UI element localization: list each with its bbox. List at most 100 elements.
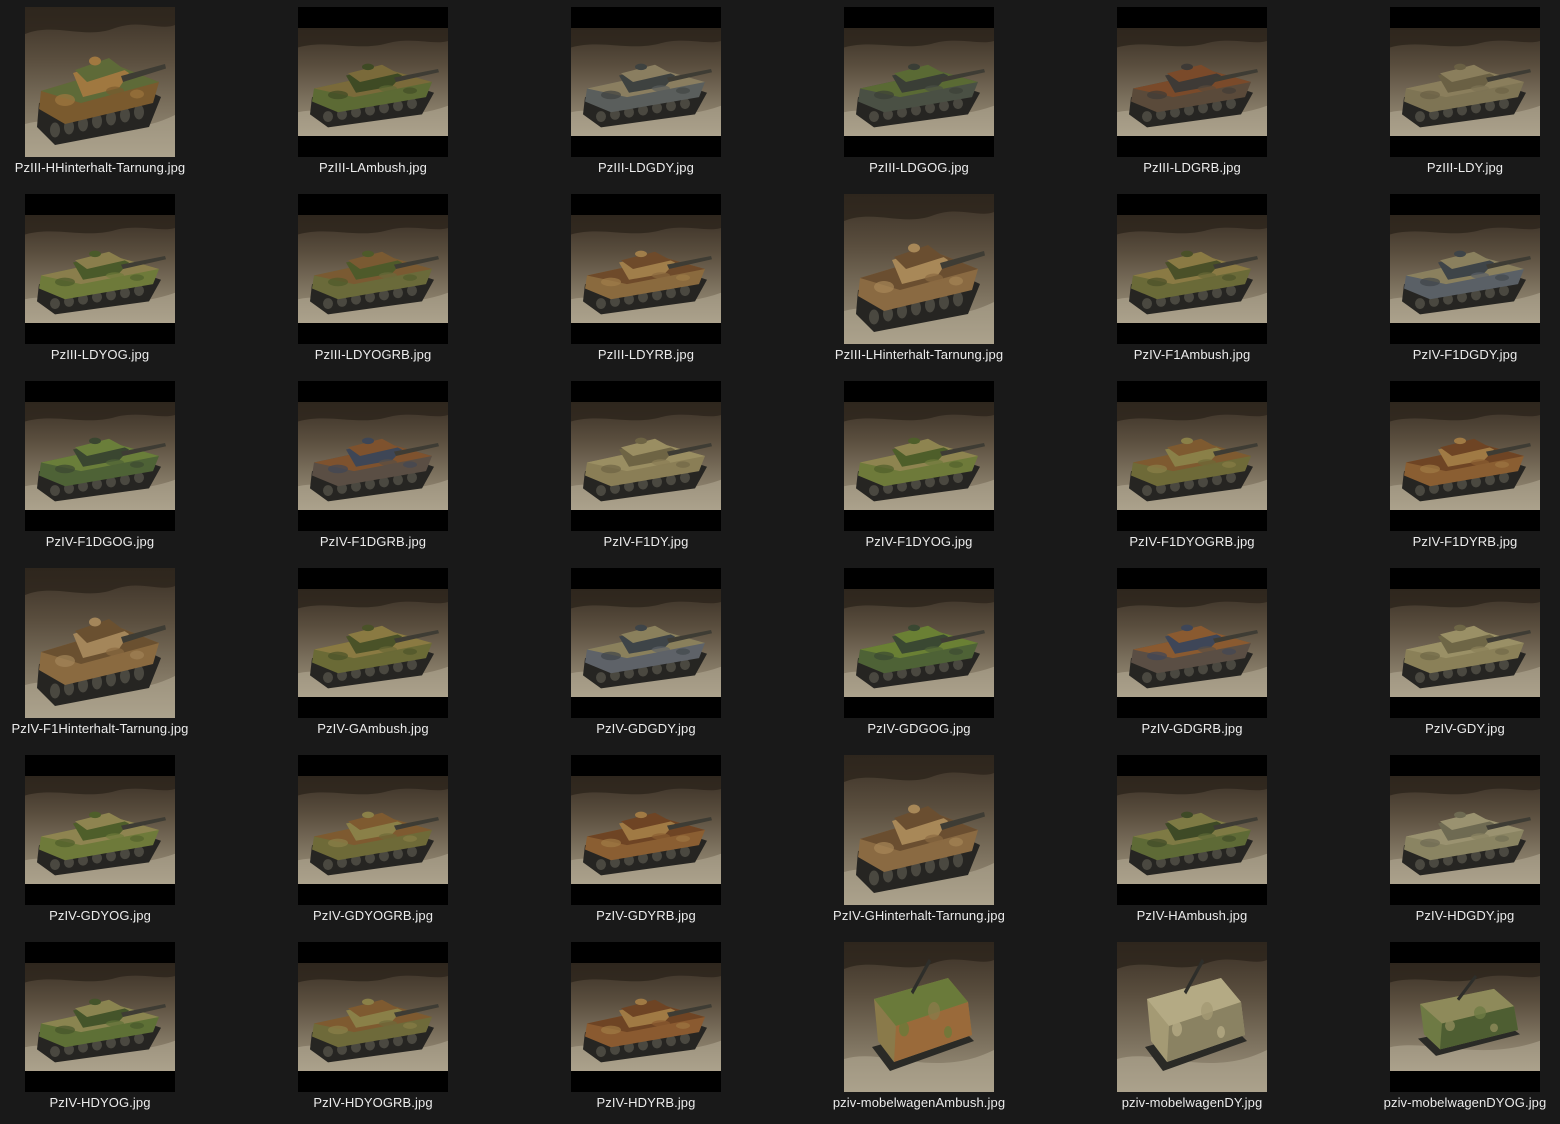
image-thumbnail[interactable] bbox=[1390, 7, 1540, 157]
image-thumbnail[interactable] bbox=[844, 194, 994, 344]
tank-thumbnail-image bbox=[1390, 28, 1540, 136]
file-item-pziv-f1hinterhalt-tarnung[interactable]: PzIV-F1Hinterhalt-Tarnung.jpg bbox=[0, 561, 200, 748]
image-thumbnail[interactable] bbox=[1390, 942, 1540, 1092]
file-item-pziv-f1dgdy[interactable]: PzIV-F1DGDY.jpg bbox=[1365, 187, 1560, 374]
image-thumbnail[interactable] bbox=[1117, 568, 1267, 718]
flak-vehicle-thumbnail-image bbox=[1117, 942, 1267, 1092]
file-item-pziv-f1dyrb[interactable]: PzIV-F1DYRB.jpg bbox=[1365, 374, 1560, 561]
file-item-pziii-ldyog[interactable]: PzIII-LDYOG.jpg bbox=[0, 187, 200, 374]
image-thumbnail[interactable] bbox=[1117, 942, 1267, 1092]
image-thumbnail[interactable] bbox=[298, 381, 448, 531]
file-item-pziv-hambush[interactable]: PzIV-HAmbush.jpg bbox=[1092, 748, 1292, 935]
tank-thumbnail-image bbox=[25, 7, 175, 157]
image-thumbnail[interactable] bbox=[298, 194, 448, 344]
image-thumbnail[interactable] bbox=[1390, 381, 1540, 531]
file-item-pziii-ldyrb[interactable]: PzIII-LDYRB.jpg bbox=[546, 187, 746, 374]
file-item-pziv-f1dgog[interactable]: PzIV-F1DGOG.jpg bbox=[0, 374, 200, 561]
file-item-pziii-ldgrb[interactable]: PzIII-LDGRB.jpg bbox=[1092, 0, 1292, 187]
image-thumbnail[interactable] bbox=[571, 7, 721, 157]
file-item-pziv-f1ambush[interactable]: PzIV-F1Ambush.jpg bbox=[1092, 187, 1292, 374]
file-item-pziii-ldgog[interactable]: PzIII-LDGOG.jpg bbox=[819, 0, 1019, 187]
file-name-label: PzIV-GDYOG.jpg bbox=[49, 908, 151, 923]
file-name-label: PzIV-F1DGDY.jpg bbox=[1412, 347, 1518, 362]
image-thumbnail[interactable] bbox=[298, 755, 448, 905]
image-thumbnail[interactable] bbox=[298, 942, 448, 1092]
file-name-label: PzIV-GHinterhalt-Tarnung.jpg bbox=[833, 908, 1005, 923]
file-item-pziii-hhinterhalt-tarnung[interactable]: PzIII-HHinterhalt-Tarnung.jpg bbox=[0, 0, 200, 187]
file-item-pziv-gdy[interactable]: PzIV-GDY.jpg bbox=[1365, 561, 1560, 748]
file-item-pziv-gdyogrb[interactable]: PzIV-GDYOGRB.jpg bbox=[273, 748, 473, 935]
tank-thumbnail-image bbox=[1390, 589, 1540, 697]
file-item-pziii-lambush[interactable]: PzIII-LAmbush.jpg bbox=[273, 0, 473, 187]
file-item-pziv-gdyrb[interactable]: PzIV-GDYRB.jpg bbox=[546, 748, 746, 935]
image-thumbnail[interactable] bbox=[25, 568, 175, 718]
file-item-pziv-mobelwagendy[interactable]: pziv-mobelwagenDY.jpg bbox=[1092, 935, 1292, 1122]
file-name-label: pziv-mobelwagenAmbush.jpg bbox=[832, 1095, 1006, 1110]
file-item-pziv-f1dyogrb[interactable]: PzIV-F1DYOGRB.jpg bbox=[1092, 374, 1292, 561]
image-thumbnail[interactable] bbox=[298, 568, 448, 718]
file-item-pziv-mobelwagendyog[interactable]: pziv-mobelwagenDYOG.jpg bbox=[1365, 935, 1560, 1122]
image-thumbnail[interactable] bbox=[844, 942, 994, 1092]
image-thumbnail[interactable] bbox=[1390, 755, 1540, 905]
image-thumbnail[interactable] bbox=[25, 194, 175, 344]
tank-thumbnail-image bbox=[298, 215, 448, 323]
tank-thumbnail-image bbox=[571, 215, 721, 323]
image-thumbnail[interactable] bbox=[1117, 7, 1267, 157]
tank-thumbnail-image bbox=[25, 776, 175, 884]
image-thumbnail[interactable] bbox=[571, 942, 721, 1092]
file-item-pziv-gdgrb[interactable]: PzIV-GDGRB.jpg bbox=[1092, 561, 1292, 748]
file-item-pziv-ghinterhalt-tarnung[interactable]: PzIV-GHinterhalt-Tarnung.jpg bbox=[819, 748, 1019, 935]
image-thumbnail[interactable] bbox=[25, 755, 175, 905]
file-item-pziv-hdgdy[interactable]: PzIV-HDGDY.jpg bbox=[1365, 748, 1560, 935]
file-name-label: PzIV-F1DGRB.jpg bbox=[319, 534, 427, 549]
image-thumbnail[interactable] bbox=[844, 7, 994, 157]
file-item-pziii-lhinterhalt-tarnung[interactable]: PzIII-LHinterhalt-Tarnung.jpg bbox=[819, 187, 1019, 374]
file-name-label: PzIV-F1DYRB.jpg bbox=[1412, 534, 1518, 549]
tank-thumbnail-image bbox=[298, 402, 448, 510]
image-thumbnail[interactable] bbox=[1390, 568, 1540, 718]
image-thumbnail[interactable] bbox=[1117, 381, 1267, 531]
file-item-pziii-ldgdy[interactable]: PzIII-LDGDY.jpg bbox=[546, 0, 746, 187]
image-thumbnail[interactable] bbox=[25, 381, 175, 531]
tank-thumbnail-image bbox=[1117, 776, 1267, 884]
image-thumbnail[interactable] bbox=[844, 568, 994, 718]
file-item-pziv-gambush[interactable]: PzIV-GAmbush.jpg bbox=[273, 561, 473, 748]
tank-thumbnail-image bbox=[25, 568, 175, 718]
file-name-label: PzIII-LDGRB.jpg bbox=[1143, 160, 1241, 175]
image-thumbnail[interactable] bbox=[844, 755, 994, 905]
file-item-pziv-hdyog[interactable]: PzIV-HDYOG.jpg bbox=[0, 935, 200, 1122]
image-thumbnail[interactable] bbox=[571, 568, 721, 718]
image-thumbnail[interactable] bbox=[571, 381, 721, 531]
image-thumbnail[interactable] bbox=[25, 7, 175, 157]
file-item-pziv-hdyrb[interactable]: PzIV-HDYRB.jpg bbox=[546, 935, 746, 1122]
file-name-label: PzIV-GDGOG.jpg bbox=[867, 721, 971, 736]
file-name-label: PzIV-HDGDY.jpg bbox=[1415, 908, 1515, 923]
file-item-pziii-ldyogrb[interactable]: PzIII-LDYOGRB.jpg bbox=[273, 187, 473, 374]
file-name-label: PzIII-LDY.jpg bbox=[1426, 160, 1504, 175]
image-thumbnail[interactable] bbox=[1117, 755, 1267, 905]
image-thumbnail[interactable] bbox=[571, 755, 721, 905]
file-item-pziv-f1dyog[interactable]: PzIV-F1DYOG.jpg bbox=[819, 374, 1019, 561]
tank-thumbnail-image bbox=[25, 402, 175, 510]
file-item-pziv-gdyog[interactable]: PzIV-GDYOG.jpg bbox=[0, 748, 200, 935]
tank-thumbnail-image bbox=[571, 402, 721, 510]
file-name-label: PzIII-LDYOGRB.jpg bbox=[314, 347, 432, 362]
image-thumbnail[interactable] bbox=[25, 942, 175, 1092]
file-item-pziv-gdgdy[interactable]: PzIV-GDGDY.jpg bbox=[546, 561, 746, 748]
file-name-label: PzIII-LDGDY.jpg bbox=[598, 160, 694, 175]
tank-thumbnail-image bbox=[844, 589, 994, 697]
file-item-pziv-f1dy[interactable]: PzIV-F1DY.jpg bbox=[546, 374, 746, 561]
image-thumbnail[interactable] bbox=[1390, 194, 1540, 344]
file-item-pziv-f1dgrb[interactable]: PzIV-F1DGRB.jpg bbox=[273, 374, 473, 561]
file-name-label: PzIV-GDGRB.jpg bbox=[1141, 721, 1243, 736]
file-name-label: PzIV-GAmbush.jpg bbox=[317, 721, 429, 736]
image-thumbnail[interactable] bbox=[298, 7, 448, 157]
file-item-pziv-gdgog[interactable]: PzIV-GDGOG.jpg bbox=[819, 561, 1019, 748]
image-thumbnail[interactable] bbox=[1117, 194, 1267, 344]
file-item-pziii-ldy[interactable]: PzIII-LDY.jpg bbox=[1365, 0, 1560, 187]
file-name-label: PzIV-HDYOGRB.jpg bbox=[313, 1095, 433, 1110]
file-item-pziv-mobelwagenambush[interactable]: pziv-mobelwagenAmbush.jpg bbox=[819, 935, 1019, 1122]
image-thumbnail[interactable] bbox=[844, 381, 994, 531]
image-thumbnail[interactable] bbox=[571, 194, 721, 344]
file-item-pziv-hdyogrb[interactable]: PzIV-HDYOGRB.jpg bbox=[273, 935, 473, 1122]
